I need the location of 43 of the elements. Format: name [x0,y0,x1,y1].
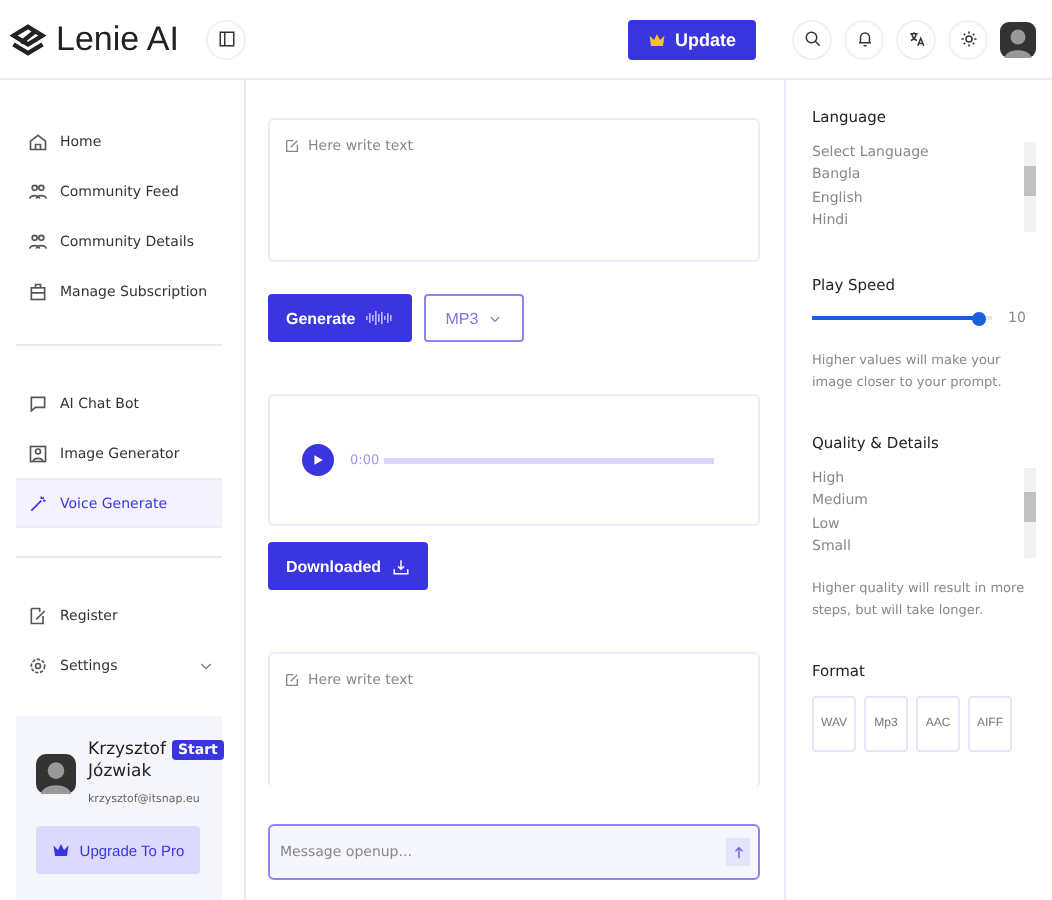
edit-icon [284,138,300,154]
play-icon [312,454,324,466]
play-button[interactable] [302,444,334,476]
progress-track[interactable] [383,457,714,463]
search-icon [803,30,821,48]
crown-icon [648,31,667,47]
avatar [1000,21,1036,57]
slider-thumb[interactable] [972,311,987,326]
search-button[interactable] [792,19,832,59]
user-name: Krzysztof Józwiak [88,740,166,784]
avatar [36,754,76,794]
edit-icon [284,672,300,688]
logo-text: Lenie AI [56,19,179,59]
notification-button[interactable] [844,19,884,59]
gear-icon [28,655,48,675]
download-icon [391,557,410,575]
crown-icon [51,842,70,858]
sidebar-icon [217,30,236,48]
speed-slider[interactable] [812,311,992,326]
people-icon [28,231,48,251]
chevron-icon [488,311,503,325]
waveform-icon [365,310,394,326]
people-icon [28,181,48,201]
format-dropdown[interactable]: MP3 [423,294,525,342]
theme-button[interactable] [948,19,988,59]
download-button[interactable]: Downloaded [268,542,428,590]
translate-icon [907,30,925,48]
bell-icon [855,30,873,48]
edit-icon [28,605,48,625]
image-icon [28,443,48,463]
update-button[interactable]: Update [628,19,756,59]
translate-button[interactable] [896,19,936,59]
wand-icon [28,493,48,513]
sun-icon [959,30,977,48]
scrollbar[interactable] [1024,142,1036,232]
arrow-up-icon [731,845,745,859]
scrollbar[interactable] [1024,468,1036,559]
home-icon [28,131,48,151]
chat-icon [28,393,48,413]
sidebar-toggle-button[interactable] [206,19,247,59]
logo-icon [10,23,46,55]
bag-icon [28,281,48,301]
generate-button[interactable]: Generate [268,294,412,342]
